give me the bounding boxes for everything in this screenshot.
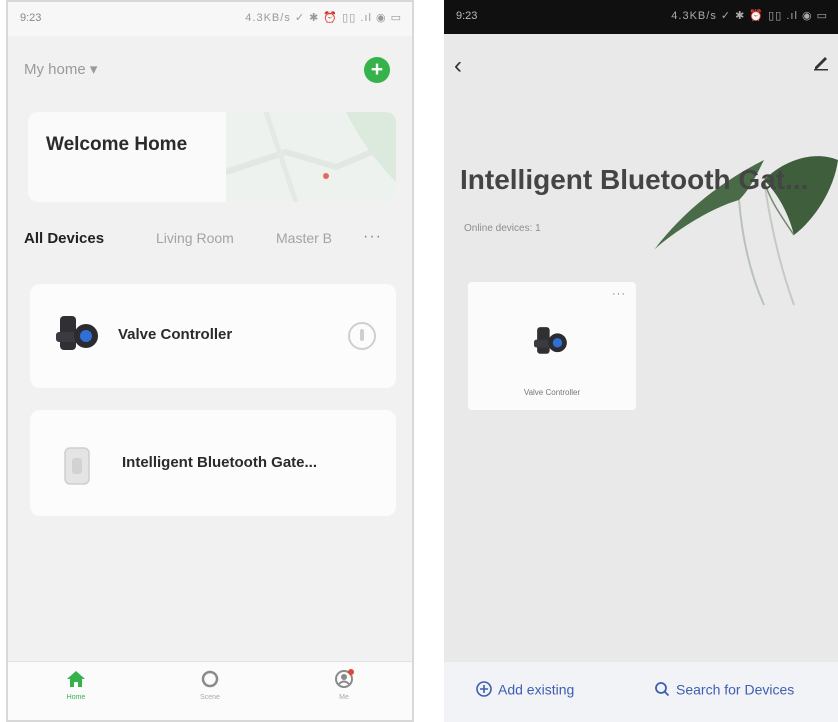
status-indicators: 4.3KB/s ✓ ✱ ⏰ ▯▯ .ıl ◉ ▭ <box>245 12 402 24</box>
device-card-valve-controller[interactable]: Valve Controller <box>30 284 396 388</box>
tile-more-icon[interactable]: ··· <box>612 288 626 300</box>
tile-device-name: Valve Controller <box>523 388 581 397</box>
add-existing-button[interactable]: Add existing <box>476 680 574 697</box>
edit-pencil-icon[interactable] <box>812 53 830 71</box>
gateway-detail-screen: 9:23 4.3KB/s ✓ ✱ ⏰ ▯▯ .ıl ◉ ▭ ‹ Intellig… <box>444 0 838 722</box>
home-icon <box>67 671 85 687</box>
scene-icon <box>201 670 219 688</box>
tab-all-devices[interactable]: All Devices <box>24 230 104 247</box>
room-tabs: All Devices Living Room Master B ··· <box>24 228 402 256</box>
tab-living-room[interactable]: Living Room <box>156 230 234 246</box>
valve-icon <box>534 327 567 354</box>
search-icon <box>655 682 670 697</box>
welcome-card[interactable]: Welcome Home <box>28 112 396 202</box>
welcome-title: Welcome Home <box>46 134 188 155</box>
status-indicators: 4.3KB/s ✓ ✱ ⏰ ▯▯ .ıl ◉ ▭ <box>671 10 828 22</box>
search-devices-label: Search for Devices <box>676 681 795 698</box>
home-screen: 9:23 4.3KB/s ✓ ✱ ⏰ ▯▯ .ıl ◉ ▭ My home ▾ … <box>6 0 414 722</box>
device-name: Valve Controller <box>118 326 233 343</box>
device-tile-valve-controller[interactable]: ··· Valve Controller <box>468 282 636 410</box>
online-devices-count: Online devices: 1 <box>464 223 541 234</box>
status-time: 9:23 <box>20 12 42 24</box>
back-arrow-icon[interactable]: ‹ <box>454 52 462 80</box>
add-circle-icon <box>476 681 492 698</box>
nav-home[interactable]: Home <box>46 668 106 701</box>
nav-label: Me <box>339 694 349 701</box>
status-bar: 9:23 4.3KB/s ✓ ✱ ⏰ ▯▯ .ıl ◉ ▭ <box>444 0 838 34</box>
nav-label: Scene <box>200 694 220 701</box>
home-selector[interactable]: My home ▾ <box>24 60 97 78</box>
nav-me[interactable]: Me <box>314 668 374 701</box>
tabs-more-icon[interactable]: ··· <box>363 228 382 246</box>
add-existing-label: Add existing <box>498 681 575 698</box>
valve-icon <box>56 316 98 350</box>
map-background-icon <box>226 112 396 202</box>
status-time: 9:23 <box>456 10 478 22</box>
status-bar: 9:23 4.3KB/s ✓ ✱ ⏰ ▯▯ .ıl ◉ ▭ <box>8 2 412 36</box>
nav-label: Home <box>66 694 86 701</box>
tab-master-bedroom[interactable]: Master B <box>276 230 332 246</box>
device-card-bluetooth-gateway[interactable]: Intelligent Bluetooth Gate... <box>30 410 396 516</box>
nav-scene[interactable]: Scene <box>180 668 240 701</box>
me-icon <box>335 669 354 688</box>
search-devices-button[interactable]: Search for Devices <box>654 680 794 697</box>
device-name: Intelligent Bluetooth Gate... <box>122 454 317 471</box>
bottom-navigation: Home Scene Me <box>8 661 412 720</box>
gateway-title: Intelligent Bluetooth Gat... <box>460 164 809 195</box>
action-bar: Add existing Search for Devices <box>444 662 838 722</box>
add-device-button[interactable]: + <box>364 57 390 83</box>
gateway-icon <box>64 447 90 485</box>
power-button[interactable] <box>348 322 376 350</box>
